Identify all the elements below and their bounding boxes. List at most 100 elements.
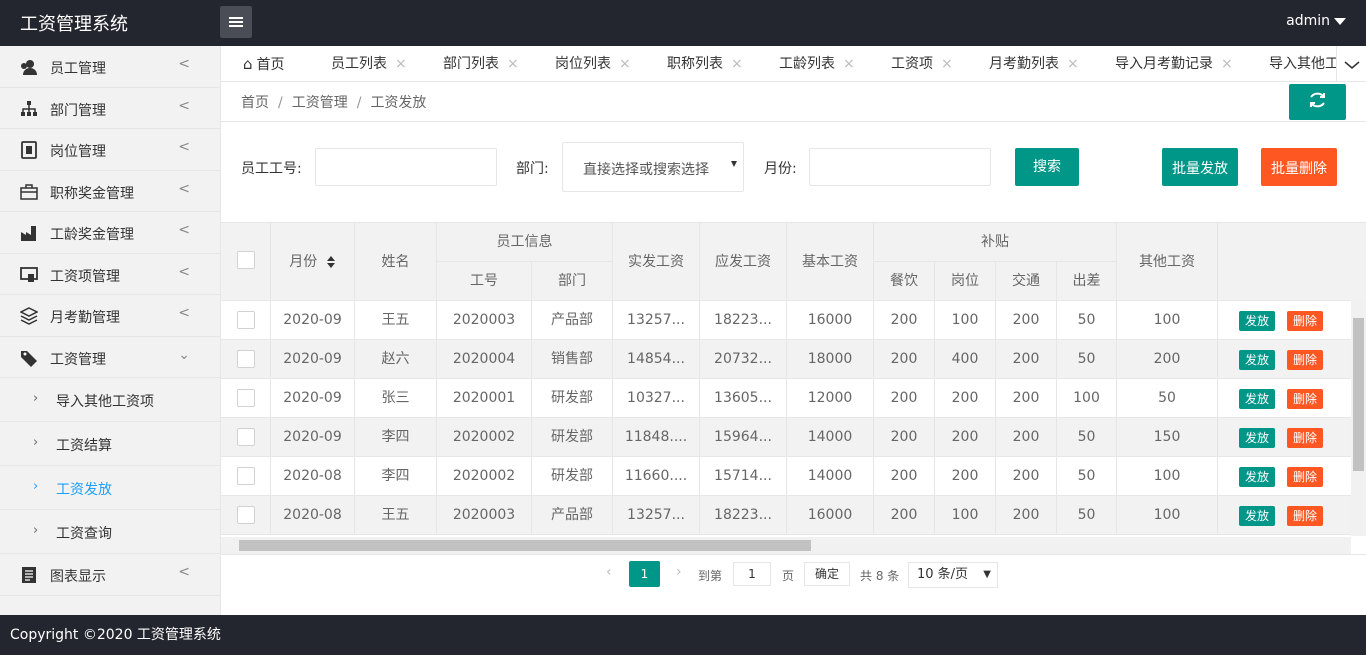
close-icon[interactable]: ×: [731, 56, 743, 72]
horizontal-scrollbar[interactable]: [221, 537, 1351, 554]
close-icon[interactable]: ×: [941, 56, 953, 72]
top-header: 工资管理系统 admin: [0, 0, 1366, 46]
close-icon[interactable]: ×: [507, 56, 519, 72]
sidebar-item-title-bonus[interactable]: 职称奖金管理 <: [0, 171, 220, 212]
delete-button[interactable]: 删除: [1287, 506, 1324, 526]
tab-title-list[interactable]: 职称列表 ×: [667, 46, 743, 81]
cell-other: 200: [1117, 340, 1218, 379]
pay-button[interactable]: 发放: [1239, 350, 1276, 370]
sidebar-item-seniority-bonus[interactable]: 工龄奖金管理 <: [0, 212, 220, 254]
next-page-icon[interactable]: ›: [676, 564, 682, 580]
month-input[interactable]: [809, 148, 991, 186]
row-checkbox[interactable]: [236, 311, 255, 329]
header-month[interactable]: 月份: [271, 223, 355, 301]
close-icon[interactable]: ×: [395, 56, 407, 72]
salary-table: 月份 姓名 员工信息 工号 部门 实发工资 应发工资 基本工资 补贴 餐饮 岗位…: [221, 222, 1366, 554]
cell-payable: 18223...: [700, 301, 787, 340]
cell-meal: 200: [874, 457, 935, 496]
tab-attendance-list[interactable]: 月考勤列表 ×: [989, 46, 1079, 81]
row-checkbox[interactable]: [236, 467, 255, 485]
tab-label: 工资项: [891, 56, 933, 72]
breadcrumb-home[interactable]: 首页: [241, 95, 269, 111]
cell-dept: 产品部: [532, 301, 613, 340]
row-checkbox-cell: [221, 301, 271, 340]
pay-button[interactable]: 发放: [1239, 428, 1276, 448]
delete-button[interactable]: 删除: [1287, 428, 1324, 448]
tab-import-attendance[interactable]: 导入月考勤记录 ×: [1115, 46, 1233, 81]
user-menu[interactable]: admin: [1286, 13, 1346, 29]
tab-seniority-list[interactable]: 工龄列表 ×: [779, 46, 855, 81]
cell-base: 16000: [787, 496, 874, 535]
close-icon[interactable]: ×: [843, 56, 855, 72]
pay-button[interactable]: 发放: [1239, 506, 1276, 526]
sidebar-item-department[interactable]: 部门管理 <: [0, 88, 220, 129]
tab-import-other[interactable]: 导入其他工: [1269, 46, 1339, 81]
close-icon[interactable]: ×: [1067, 56, 1079, 72]
menu-toggle-button[interactable]: [220, 6, 252, 38]
row-checkbox[interactable]: [236, 350, 255, 368]
sidebar-item-salary-items[interactable]: 工资项管理 <: [0, 254, 220, 295]
sidebar-subitem-import-other[interactable]: › 导入其他工资项: [0, 378, 220, 422]
goto-page-input[interactable]: 1: [733, 562, 771, 586]
tabs-more-button[interactable]: [1336, 46, 1366, 81]
cell-meal: 200: [874, 418, 935, 457]
sidebar-item-attendance[interactable]: 月考勤管理 <: [0, 295, 220, 337]
page-size-select[interactable]: 10 条/页 ▼: [908, 562, 998, 588]
sidebar-item-charts[interactable]: 图表显示 <: [0, 554, 220, 596]
cell-travel: 50: [1057, 457, 1117, 496]
vertical-scrollbar[interactable]: [1351, 300, 1366, 536]
header-other-salary: 其他工资: [1117, 223, 1218, 301]
footer: Copyright ©2020 工资管理系统: [0, 615, 1366, 655]
cell-name: 李四: [355, 457, 437, 496]
header-actual-salary: 实发工资: [613, 223, 700, 301]
delete-button[interactable]: 删除: [1287, 350, 1324, 370]
tab-employee-list[interactable]: 员工列表 ×: [331, 46, 407, 81]
refresh-button[interactable]: [1289, 84, 1346, 120]
sidebar-subitem-payout[interactable]: › 工资发放: [0, 466, 220, 510]
sidebar-subitem-query[interactable]: › 工资查询: [0, 510, 220, 554]
sidebar-subitem-settlement[interactable]: › 工资结算: [0, 422, 220, 466]
breadcrumb-salary-management[interactable]: 工资管理: [292, 95, 348, 111]
goto-confirm-button[interactable]: 确定: [804, 562, 850, 586]
pay-button[interactable]: 发放: [1239, 311, 1276, 331]
sidebar-item-salary-management[interactable]: 工资管理 ⌄: [0, 337, 220, 378]
scroll-thumb[interactable]: [239, 540, 811, 551]
tab-department-list[interactable]: 部门列表 ×: [443, 46, 519, 81]
sidebar-item-position[interactable]: 岗位管理 <: [0, 129, 220, 171]
batch-delete-button[interactable]: 批量删除: [1261, 148, 1337, 186]
pagination: ‹ 1 › 到第 1 页 确定 共 8 条 10 条/页 ▼: [221, 554, 1366, 594]
tab-home[interactable]: ⌂ 首页: [243, 46, 285, 81]
tab-label: 部门列表: [443, 56, 499, 72]
prev-page-icon[interactable]: ‹: [606, 564, 612, 580]
scroll-thumb[interactable]: [1353, 318, 1364, 471]
delete-button[interactable]: 删除: [1287, 467, 1324, 487]
table-header: 月份 姓名 员工信息 工号 部门 实发工资 应发工资 基本工资 补贴 餐饮 岗位…: [221, 223, 1366, 301]
tab-label: 职称列表: [667, 56, 723, 72]
cell-post: 200: [935, 457, 996, 496]
sidebar-subitem-label: 工资查询: [56, 526, 112, 542]
delete-button[interactable]: 删除: [1287, 389, 1324, 409]
cell-post: 200: [935, 418, 996, 457]
row-checkbox[interactable]: [236, 389, 255, 407]
home-icon: ⌂: [243, 55, 253, 73]
dept-select[interactable]: 直接选择或搜索选择: [562, 142, 744, 192]
cell-base: 16000: [787, 301, 874, 340]
pay-button[interactable]: 发放: [1239, 389, 1276, 409]
row-checkbox[interactable]: [236, 428, 255, 446]
batch-pay-button[interactable]: 批量发放: [1162, 148, 1238, 186]
row-checkbox[interactable]: [236, 506, 255, 524]
tab-position-list[interactable]: 岗位列表 ×: [555, 46, 631, 81]
select-all-checkbox[interactable]: [236, 251, 255, 269]
close-icon[interactable]: ×: [1221, 56, 1233, 72]
table-row: 2020-09 赵六 2020004 销售部 14854... 20732... 18000…: [221, 340, 1351, 379]
tab-salary-items[interactable]: 工资项 ×: [891, 46, 953, 81]
header-actions: [1218, 223, 1366, 301]
pay-button[interactable]: 发放: [1239, 467, 1276, 487]
emp-no-input[interactable]: [315, 148, 497, 186]
table-row: 2020-08 王五 2020003 产品部 13257... 18223... 16000…: [221, 496, 1351, 535]
sidebar-item-employee[interactable]: 员工管理 <: [0, 46, 220, 88]
page-current[interactable]: 1: [629, 561, 660, 587]
close-icon[interactable]: ×: [619, 56, 631, 72]
delete-button[interactable]: 删除: [1287, 311, 1324, 331]
search-button[interactable]: 搜索: [1015, 148, 1079, 186]
